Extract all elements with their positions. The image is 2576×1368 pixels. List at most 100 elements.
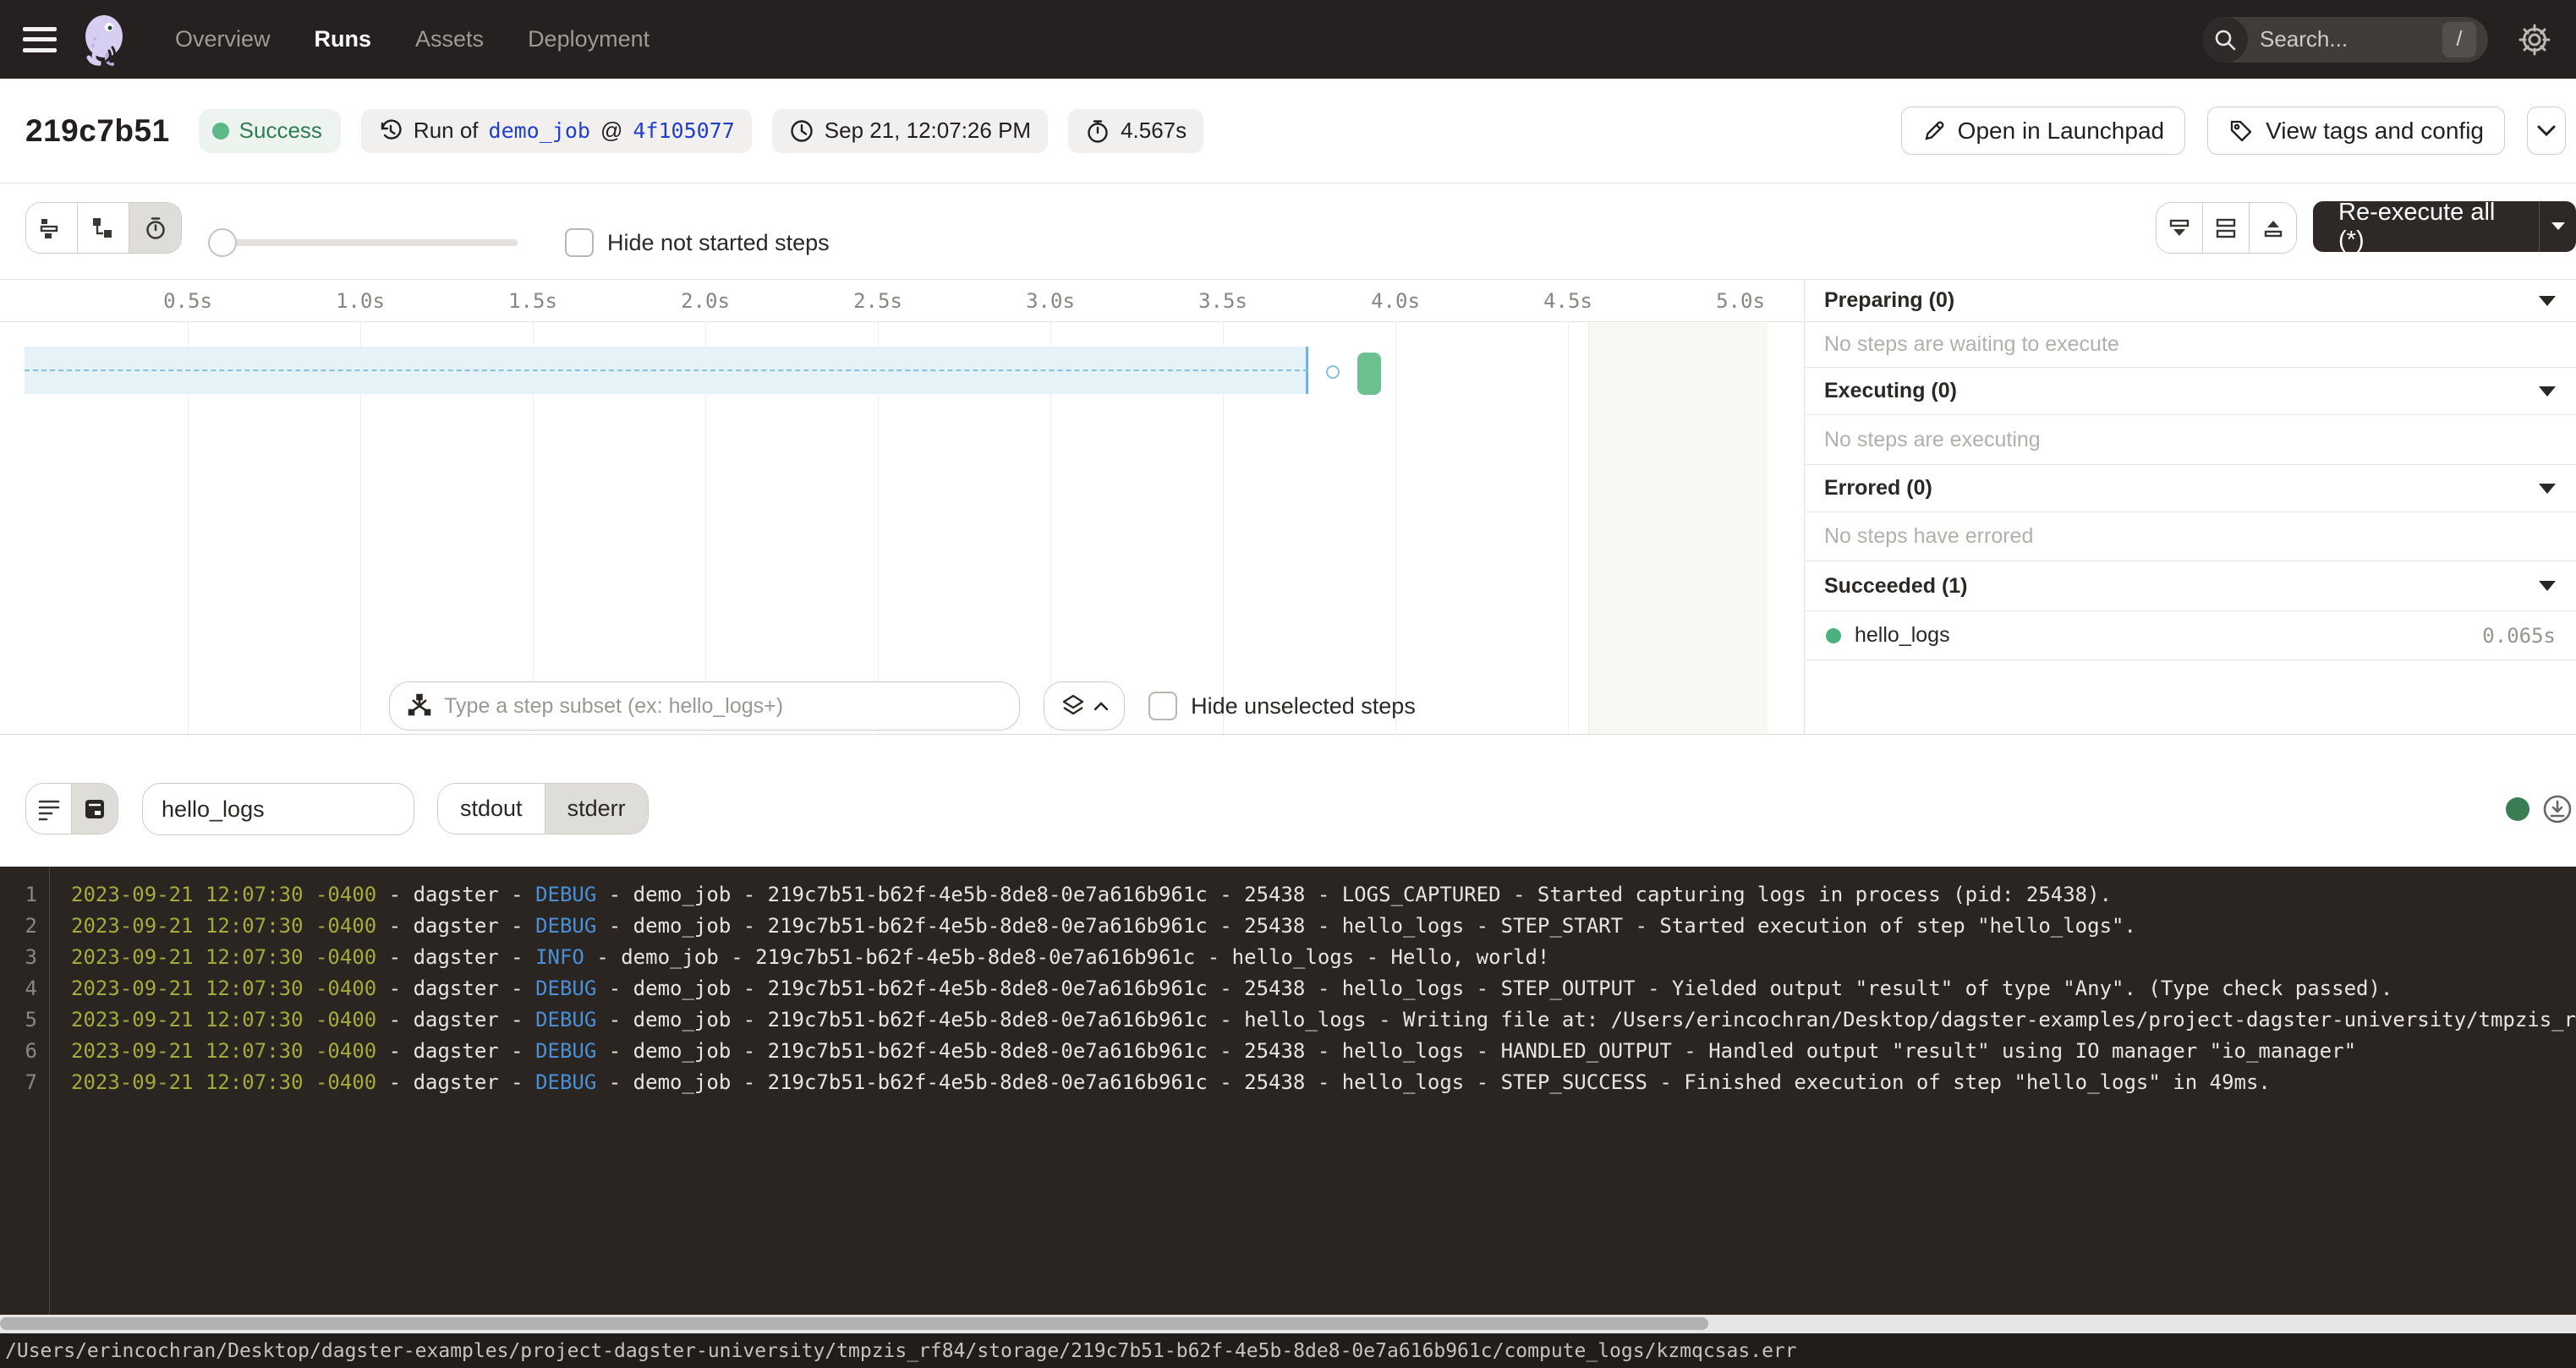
gantt-chart: 0.5s1.0s1.5s2.0s2.5s3.0s3.5s4.0s4.5s5.0s (0, 280, 1805, 734)
log-line: 2 2023-09-21 12:07:30 -0400 - dagster - D… (0, 910, 2576, 941)
gridline (1395, 322, 1396, 734)
axis-tick: 3.0s (1026, 289, 1075, 313)
expand-bottom-panel-button[interactable] (2157, 203, 2203, 253)
run-metadata-panel: Preparing (0) No steps are waiting to ex… (1806, 280, 2576, 734)
timed-view-button[interactable] (129, 203, 181, 253)
log-step-input[interactable] (162, 796, 390, 823)
search-shortcut-key: / (2442, 22, 2476, 57)
dagster-logo-icon[interactable] (79, 14, 131, 66)
log-horizontal-scrollbar[interactable] (0, 1315, 2576, 1333)
log-line-number: 1 (0, 883, 37, 906)
view-tags-config-button[interactable]: View tags and config (2207, 107, 2505, 155)
reexecute-dropdown-button[interactable] (2540, 222, 2576, 232)
log-toolbar: stdout stderr (0, 735, 2576, 867)
start-time-tag: Sep 21, 12:07:26 PM (772, 109, 1048, 153)
log-line-text: 2023-09-21 12:07:30 -0400 - dagster - DE… (71, 914, 2136, 938)
section-preparing[interactable]: Preparing (0) (1806, 280, 2576, 322)
log-line-number: 7 (0, 1070, 37, 1094)
log-output-viewport[interactable]: 1 2023-09-21 12:07:30 -0400 - dagster - D… (0, 867, 2576, 1315)
status-dot-icon (212, 123, 229, 140)
search-icon (2202, 17, 2248, 63)
clock-icon (789, 118, 814, 144)
axis-tick: 4.5s (1543, 289, 1592, 313)
global-search-input[interactable]: Search... / (2202, 17, 2488, 63)
download-logs-button[interactable] (2542, 794, 2573, 824)
expand-top-panel-button[interactable] (2250, 203, 2296, 253)
reexecute-all-button[interactable]: Re-execute all (*) (2313, 201, 2576, 252)
log-line: 52023-09-21 12:07:30 -0400 - dagster - D… (0, 1004, 2576, 1035)
tab-stdout[interactable]: stdout (438, 784, 545, 834)
nav-item-deployment[interactable]: Deployment (528, 26, 649, 52)
duration-tag: 4.567s (1068, 109, 1203, 153)
gantt-controls-row: Hide not started steps Re-execute all (*… (0, 183, 2576, 280)
log-file-path: /Users/erincochran/Desktop/dagster-examp… (5, 1340, 1797, 1362)
nav-item-assets[interactable]: Assets (415, 26, 484, 52)
hide-not-started-label: Hide not started steps (607, 230, 830, 256)
success-dot-icon (1826, 628, 1841, 643)
hamburger-menu-icon[interactable] (23, 27, 57, 52)
job-name-link[interactable]: demo_job (489, 118, 590, 143)
graph-query-toggle-button[interactable] (1044, 681, 1125, 731)
axis-tick: 2.5s (853, 289, 902, 313)
log-line-text: 2023-09-21 12:07:30 -0400 - dagster - DE… (71, 977, 2392, 1000)
split-panels-button[interactable] (2203, 203, 2250, 253)
chevron-down-icon (2551, 222, 2566, 232)
op-selector-icon (407, 693, 432, 719)
gutter-divider (49, 867, 50, 1315)
log-line-number: 2 (0, 914, 37, 938)
zoom-slider-track[interactable] (213, 239, 518, 246)
gantt-step-bar-hello-logs[interactable] (1357, 353, 1381, 395)
log-line-text: 2023-09-21 12:07:30 -0400 - dagster - DE… (71, 1008, 2576, 1031)
log-line: 32023-09-21 12:07:30 -0400 - dagster - I… (0, 941, 2576, 972)
settings-gear-icon[interactable] (2517, 22, 2552, 57)
hide-unselected-checkbox[interactable] (1148, 692, 1177, 720)
flat-view-button[interactable] (26, 203, 78, 253)
log-line: 6 2023-09-21 12:07:30 -0400 - dagster - D… (0, 1035, 2576, 1066)
split-panel-toggle-group (2156, 202, 2297, 254)
nav-item-overview[interactable]: Overview (175, 26, 271, 52)
chevron-up-icon (1094, 702, 1108, 710)
step-subset-input[interactable] (444, 694, 985, 719)
axis-tick: 0.5s (163, 289, 212, 313)
succeeded-step-row[interactable]: hello_logs 0.065s (1806, 611, 2576, 660)
section-executing[interactable]: Executing (0) (1806, 368, 2576, 415)
errored-empty-text: No steps have errored (1806, 512, 2576, 561)
chevron-down-icon[interactable] (2539, 484, 2556, 494)
axis-tick: 2.0s (681, 289, 730, 313)
section-errored[interactable]: Errored (0) (1806, 465, 2576, 512)
step-subset-input-wrap (389, 681, 1020, 731)
log-line-text: 2023-09-21 12:07:30 -0400 - dagster - DE… (71, 883, 2112, 906)
stdout-stderr-group: stdout stderr (437, 783, 649, 834)
chevron-down-icon[interactable] (2539, 581, 2556, 591)
zoom-slider-handle[interactable] (208, 228, 237, 257)
axis-tick: 1.5s (508, 289, 557, 313)
log-line-text: 2023-09-21 12:07:30 -0400 - dagster - DE… (71, 1039, 2356, 1063)
open-in-launchpad-button[interactable]: Open in Launchpad (1901, 107, 2185, 155)
section-succeeded[interactable]: Succeeded (1) (1806, 561, 2576, 611)
log-line: 72023-09-21 12:07:30 -0400 - dagster - D… (0, 1066, 2576, 1097)
gantt-view-mode-group (25, 202, 182, 254)
chevron-down-icon (2537, 125, 2556, 137)
executing-empty-text: No steps are executing (1806, 415, 2576, 465)
snapshot-id-link[interactable]: 4f105077 (633, 118, 734, 143)
history-icon (378, 118, 403, 144)
scrollbar-thumb[interactable] (0, 1317, 1708, 1330)
run-id-title: 219c7b51 (25, 113, 170, 149)
structured-logs-button[interactable] (26, 784, 72, 834)
run-actions-dropdown-button[interactable] (2527, 107, 2566, 155)
log-step-select[interactable] (142, 783, 414, 835)
run-of-tag: Run of demo_job @ 4f105077 (361, 109, 752, 153)
waterfall-view-button[interactable] (78, 203, 129, 253)
run-header: 219c7b51 Success Run of demo_job @ 4f105… (0, 79, 2576, 183)
log-line-text: 2023-09-21 12:07:30 -0400 - dagster - IN… (71, 945, 1549, 969)
tab-stderr[interactable]: stderr (545, 784, 648, 834)
chevron-down-icon[interactable] (2539, 386, 2556, 397)
axis-tick: 1.0s (336, 289, 385, 313)
raw-logs-button[interactable] (72, 784, 118, 834)
tag-icon (2228, 118, 2254, 144)
chevron-down-icon[interactable] (2539, 296, 2556, 306)
nav-item-runs[interactable]: Runs (315, 26, 372, 52)
pencil-icon (1922, 119, 1946, 143)
log-line-number: 6 (0, 1039, 37, 1063)
hide-not-started-checkbox[interactable] (565, 228, 594, 257)
